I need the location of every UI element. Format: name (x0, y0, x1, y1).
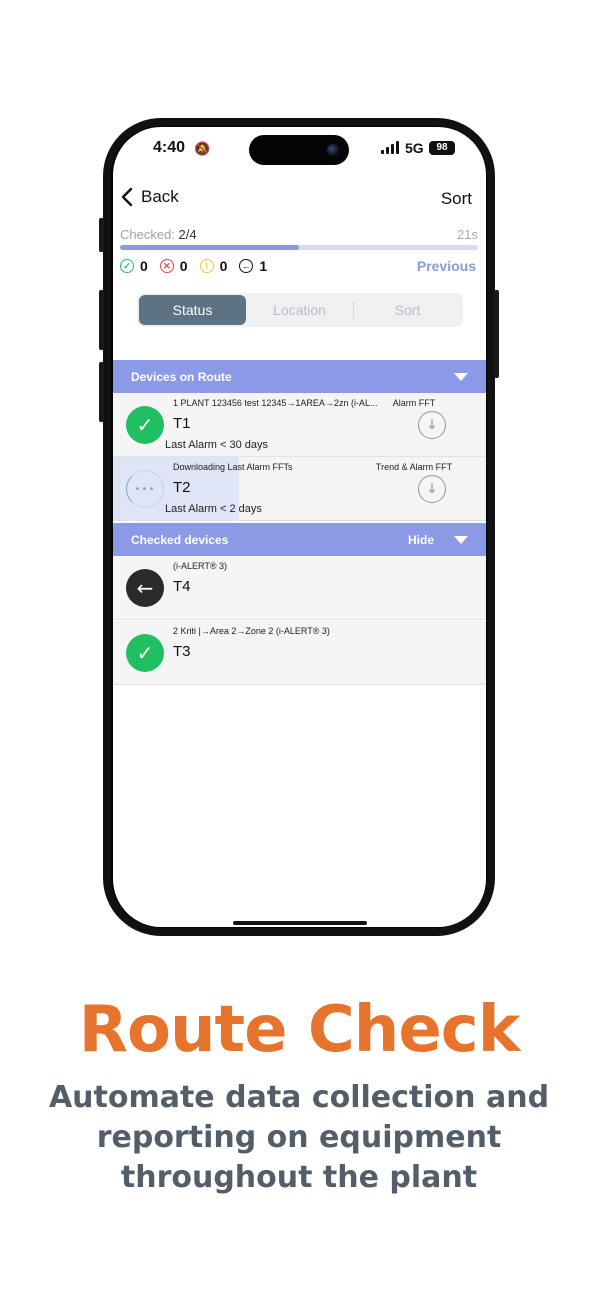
volume-up-button (99, 290, 104, 350)
download-action-label: Alarm FFT (392, 398, 436, 408)
section-title: Devices on Route (131, 369, 232, 384)
previous-button[interactable]: Previous (417, 258, 476, 274)
app-screen: 4:40 🔕 5G 98 Back Sort Checked: 2/4 21s … (113, 127, 486, 927)
device-path: 1 PLANT 123456 test 12345→1AREA→2zn (i-A… (173, 398, 378, 408)
bell-muted-icon: 🔕 (194, 142, 211, 157)
signal-icon (381, 141, 399, 154)
chevron-down-icon (454, 535, 468, 544)
battery-level: 98 (429, 141, 455, 155)
loading-spinner-icon: ••• (126, 470, 164, 508)
device-row-t1[interactable]: ✓ 1 PLANT 123456 test 12345→1AREA→2zn (i… (113, 393, 486, 457)
promo-subtitle-line: throughout the plant (120, 1160, 478, 1195)
device-name: T4 (173, 578, 191, 595)
check-circle-icon: ✓ (120, 259, 134, 273)
dynamic-island (249, 135, 349, 165)
network-type: 5G (405, 140, 424, 156)
device-name: T2 (173, 479, 191, 496)
tab-location[interactable]: Location (246, 295, 353, 325)
status-time: 4:40 (153, 139, 186, 156)
sort-button[interactable]: Sort (441, 189, 472, 209)
count-ok: 0 (140, 258, 148, 274)
count-error: 0 (179, 258, 188, 274)
x-circle-icon: ✕ (159, 259, 174, 273)
section-title: Checked devices (131, 532, 229, 547)
checked-label: Checked: (120, 227, 175, 242)
device-path: 2 Kriti |→Area 2→Zone 2 (i-ALERT® 3) (173, 626, 330, 636)
arrow-left-circle-icon: ← (239, 259, 254, 273)
volume-down-button (99, 362, 104, 422)
download-icon[interactable]: ↓ (418, 475, 446, 503)
hide-button[interactable]: Hide (408, 533, 434, 547)
check-icon: ✓ (126, 406, 164, 444)
promo-subtitle-line: Automate data collection and (48, 1080, 550, 1115)
promo-headline: Route Check (78, 993, 521, 1067)
device-row-t4[interactable]: ← (i-ALERT® 3) T4 (113, 556, 486, 620)
tab-sort[interactable]: Sort (354, 295, 461, 325)
count-skipped: 1 (259, 258, 268, 274)
tab-status[interactable]: Status (139, 295, 246, 325)
section-checked-devices[interactable]: Checked devices Hide (113, 523, 486, 556)
mute-switch (99, 218, 104, 252)
promo-subtitle: Automate data collection and reporting o… (0, 1078, 598, 1198)
chevron-down-icon (454, 372, 468, 381)
route-progress-fill (120, 245, 299, 250)
device-name: T1 (173, 415, 191, 432)
power-button (494, 290, 499, 378)
arrow-left-icon: ← (126, 569, 164, 607)
device-path: Downloading Last Alarm FFTs (173, 462, 293, 472)
back-button[interactable]: Back (121, 187, 179, 207)
route-progress-bar (120, 245, 478, 250)
device-row-t3[interactable]: ✓ 2 Kriti |→Area 2→Zone 2 (i-ALERT® 3) T… (113, 621, 486, 685)
back-label: Back (141, 187, 179, 206)
download-action-label: Trend & Alarm FFT (375, 462, 453, 472)
checked-value: 2/4 (178, 227, 197, 242)
view-segmented-control: Status Location Sort (137, 293, 463, 327)
device-last-alarm: Last Alarm < 30 days (165, 439, 269, 451)
promo-subtitle-line: reporting on equipment (96, 1120, 502, 1155)
check-icon: ✓ (126, 634, 164, 672)
download-icon[interactable]: ↓ (418, 411, 446, 439)
status-counts: ✓ 0 ✕ 0 ! 0 ← 1 (120, 258, 273, 274)
device-row-t2[interactable]: ••• Downloading Last Alarm FFTs T2 Last … (113, 457, 486, 521)
home-indicator[interactable] (233, 921, 367, 925)
device-name: T3 (173, 643, 191, 660)
count-warning: 0 (219, 258, 228, 274)
device-path: (i-ALERT® 3) (173, 561, 227, 571)
camera-icon (327, 144, 339, 156)
device-last-alarm: Last Alarm < 2 days (165, 503, 262, 515)
warning-circle-icon: ! (199, 259, 214, 273)
elapsed-time: 21s (457, 227, 478, 242)
section-devices-on-route[interactable]: Devices on Route (113, 360, 486, 393)
chevron-left-icon (121, 187, 133, 207)
checked-counter: Checked: 2/4 (120, 227, 197, 242)
